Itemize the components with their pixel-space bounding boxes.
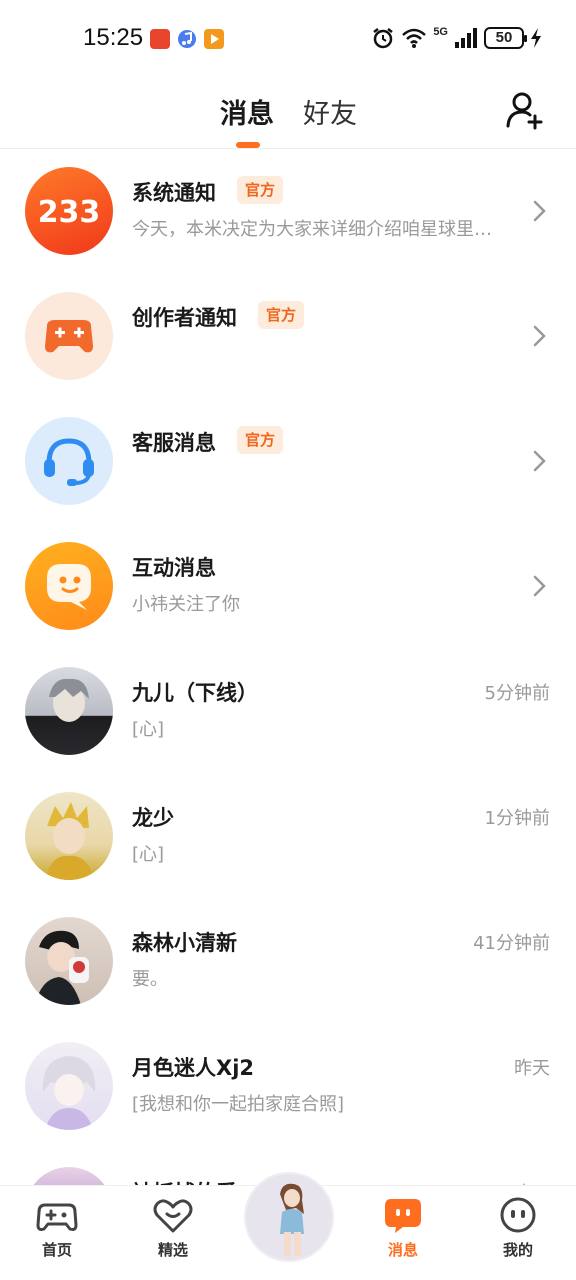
nav-home[interactable]: 首页 <box>17 1195 97 1260</box>
list-item-chat[interactable]: 九儿（下线） 5分钟前 [心] <box>0 649 576 774</box>
header: 消息 好友 <box>0 78 576 149</box>
message-preview: 小祎关注了你 <box>132 594 240 615</box>
nav-label: 精选 <box>157 1241 188 1259</box>
nav-label: 我的 <box>502 1241 533 1259</box>
list-item-chat[interactable]: 森林小清新 41分钟前 要。 <box>0 899 576 1024</box>
app-notification-icon <box>150 29 170 49</box>
contact-name: 龙少 <box>132 806 174 830</box>
list-item-creator-notice[interactable]: 创作者通知 官方 <box>0 274 576 399</box>
contact-name: 九儿（下线） <box>132 681 258 705</box>
message-preview: [我想和你一起拍家庭合照] <box>132 1094 345 1115</box>
chevron-right-icon <box>533 200 546 222</box>
message-time: 昨天 <box>514 1058 550 1079</box>
contact-name: 互动消息 <box>132 556 216 580</box>
svg-text:233: 233 <box>38 195 101 230</box>
gamepad-nav-icon <box>36 1203 78 1231</box>
message-time: 1分钟前 <box>484 808 550 829</box>
list-item-interaction[interactable]: 互动消息 小祎关注了你 <box>0 524 576 649</box>
battery-indicator: 50 <box>484 27 527 49</box>
add-friend-icon[interactable] <box>505 90 545 130</box>
status-indicators: 5G 50 <box>371 26 542 50</box>
list-item-customer-service[interactable]: 客服消息 官方 <box>0 399 576 524</box>
logo-233-icon: 233 <box>25 167 113 255</box>
message-preview: [心] <box>132 844 165 865</box>
gamepad-icon <box>25 292 113 380</box>
status-bar: 15:25 5G 50 <box>0 0 576 78</box>
contact-name: 系统通知 <box>132 181 216 205</box>
headset-icon <box>25 417 113 505</box>
heart-nav-icon <box>153 1199 193 1233</box>
nav-label: 消息 <box>387 1241 418 1259</box>
center-avatar-button[interactable] <box>244 1172 334 1262</box>
signal-icon <box>455 28 477 48</box>
wifi-icon <box>402 28 427 48</box>
chevron-right-icon <box>533 325 546 347</box>
nav-profile[interactable]: 我的 <box>478 1195 558 1260</box>
user-avatar <box>25 917 113 1005</box>
message-preview: 今天，本米决定为大家来详细介绍咱星球里… <box>132 219 492 240</box>
chat-bubble-icon <box>25 542 113 630</box>
user-avatar <box>25 1042 113 1130</box>
tab-friends[interactable]: 好友 <box>303 92 357 131</box>
message-preview: 要。 <box>132 969 168 990</box>
contact-name: 森林小清新 <box>132 931 237 955</box>
message-time: 5分钟前 <box>484 683 550 704</box>
music-notification-icon <box>177 29 197 49</box>
nav-featured[interactable]: 精选 <box>133 1195 213 1260</box>
official-badge: 官方 <box>237 176 284 204</box>
contact-name: 月色迷人Xj2 <box>132 1056 255 1080</box>
active-tab-indicator <box>236 142 260 148</box>
charging-icon <box>531 28 541 48</box>
nav-messages[interactable]: 消息 <box>363 1195 443 1260</box>
message-list: 233 系统通知 官方 今天，本米决定为大家来详细介绍咱星球里… 创作者通知 官… <box>0 149 576 1274</box>
network-type: 5G <box>433 26 448 38</box>
message-preview: [心] <box>132 719 165 740</box>
video-notification-icon <box>204 29 224 49</box>
list-item-system-notice[interactable]: 233 系统通知 官方 今天，本米决定为大家来详细介绍咱星球里… <box>0 149 576 274</box>
contact-name: 创作者通知 <box>132 306 237 330</box>
status-time: 15:25 <box>83 24 144 51</box>
chevron-right-icon <box>533 450 546 472</box>
chevron-right-icon <box>533 575 546 597</box>
user-avatar <box>25 667 113 755</box>
message-time: 41分钟前 <box>473 933 550 954</box>
tab-messages[interactable]: 消息 <box>220 92 274 131</box>
profile-nav-icon <box>500 1197 536 1233</box>
alarm-icon <box>373 28 394 49</box>
official-badge: 官方 <box>237 426 284 454</box>
list-item-chat[interactable]: 月色迷人Xj2 昨天 [我想和你一起拍家庭合照] <box>0 1024 576 1149</box>
user-avatar <box>25 792 113 880</box>
official-badge: 官方 <box>258 301 305 329</box>
contact-name: 客服消息 <box>132 431 216 455</box>
message-nav-icon <box>385 1199 421 1233</box>
nav-label: 首页 <box>41 1241 72 1259</box>
list-item-chat[interactable]: 龙少 1分钟前 [心] <box>0 774 576 899</box>
